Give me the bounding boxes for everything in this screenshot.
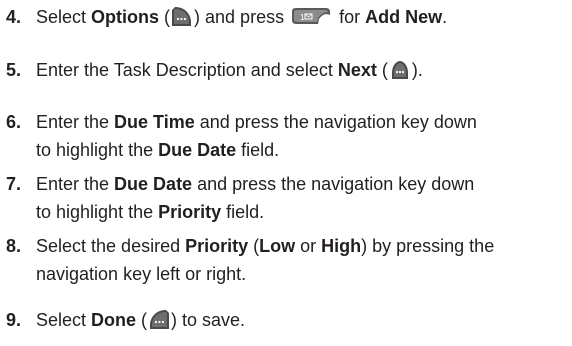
step-text: Enter the Due Time and press the navigat… xyxy=(36,112,477,160)
priority-label: Priority xyxy=(185,236,249,256)
step-text: Enter the Due Date and press the navigat… xyxy=(36,174,475,222)
step-number: 7. xyxy=(6,174,22,194)
step-text: Enter the Task Description and select Ne… xyxy=(36,60,423,80)
svg-text:1: 1 xyxy=(300,13,305,22)
next-label: Next xyxy=(337,60,377,80)
priority-label: Priority xyxy=(158,202,222,222)
high-label: High xyxy=(321,236,362,256)
low-label: Low xyxy=(259,236,296,256)
step-number: 8. xyxy=(6,236,22,256)
step-text: Select Done () to save. xyxy=(36,309,246,330)
step-number: 9. xyxy=(6,310,22,330)
step-text: Select the desired Priority (Low or High… xyxy=(36,236,495,284)
due-date-label: Due Date xyxy=(158,140,237,160)
step-number: 4. xyxy=(6,7,22,27)
add-new-label: Add New xyxy=(365,7,443,27)
options-label: Options xyxy=(91,7,160,27)
step-number: 5. xyxy=(6,60,22,80)
done-label: Done xyxy=(91,310,137,330)
softkey-left-icon xyxy=(150,309,170,329)
softkey-center-icon xyxy=(391,60,408,79)
key-1-icon: 1 xyxy=(292,8,331,25)
step-text: Select Options () and press 1 for Add Ne… xyxy=(36,6,448,27)
due-time-label: Due Time xyxy=(114,112,195,132)
due-date-label: Due Date xyxy=(114,174,193,194)
step-number: 6. xyxy=(6,112,22,132)
softkey-right-icon xyxy=(172,6,192,26)
